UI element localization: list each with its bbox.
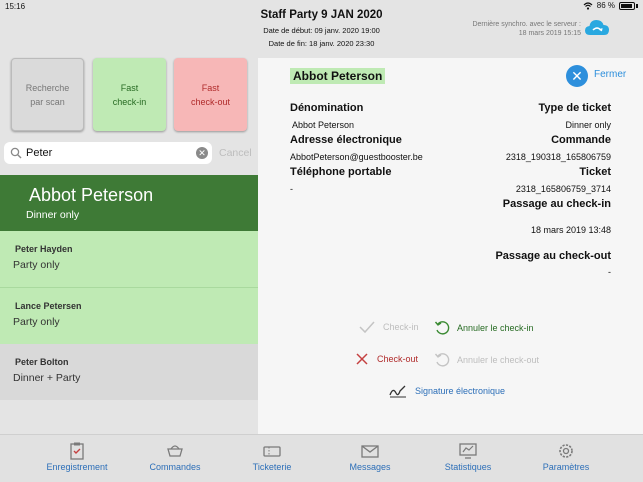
close-button[interactable]: Fermer	[594, 69, 626, 80]
undo-checkout-button[interactable]: Annuler le check-out	[434, 352, 539, 368]
tab-label: Statistiques	[444, 462, 492, 472]
checkin-label: Check-in	[383, 322, 419, 332]
checkout-pass-label: Passage au check-out	[495, 250, 611, 262]
tab-statistiques[interactable]: Statistiques	[418, 435, 518, 482]
search-bar: ✕ Cancel	[0, 138, 258, 168]
checkout-pass-value: -	[608, 267, 611, 277]
ticket-label: Ticket	[579, 166, 611, 178]
battery-cap	[636, 3, 638, 8]
guest-name: Lance Petersen	[15, 301, 82, 311]
clipboard-icon	[70, 442, 84, 460]
orders-icon	[167, 445, 183, 457]
order-label: Commande	[551, 134, 611, 146]
detail-guest-name: Abbot Peterson	[290, 68, 386, 84]
email-value: AbbotPeterson@guestbooster.be	[290, 152, 423, 162]
tab-label: Ticketerie	[252, 462, 292, 472]
checkmark-icon	[359, 321, 375, 334]
ticket-icon	[263, 446, 281, 457]
signature-icon	[389, 385, 406, 398]
fast-checkin-button[interactable]: Fast check-in	[93, 58, 166, 131]
guest-detail-panel: Abbot Peterson ✕ Fermer Dénomination Typ…	[258, 58, 643, 434]
denomination-label: Dénomination	[290, 102, 364, 114]
undo-icon	[434, 321, 450, 335]
list-item[interactable]: Peter Hayden Party only	[0, 231, 258, 287]
sync-date: 18 mars 2019 15:15	[518, 30, 581, 37]
envelope-icon	[361, 445, 379, 458]
undo-icon	[434, 353, 450, 367]
list-item[interactable]: Peter Bolton Dinner + Party	[0, 344, 258, 400]
clear-search-icon[interactable]: ✕	[196, 147, 208, 159]
tab-enregistrement[interactable]: Enregistrement	[27, 435, 127, 482]
gear-icon	[559, 444, 573, 458]
sync-label: Dernière synchro. avec le serveur :	[472, 21, 581, 28]
phone-label: Téléphone portable	[290, 166, 392, 178]
undo-checkin-button[interactable]: Annuler le check-in	[434, 320, 534, 336]
cancel-search-button[interactable]: Cancel	[219, 147, 252, 159]
search-icon	[10, 147, 22, 159]
tab-label: Commandes	[149, 462, 201, 472]
guest-ticket-type: Party only	[13, 259, 60, 271]
undo-checkout-label: Annuler le check-out	[457, 355, 540, 365]
checkin-pass-label: Passage au check-in	[502, 198, 611, 210]
search-input[interactable]	[26, 145, 194, 161]
tab-label: Enregistrement	[46, 462, 108, 472]
list-item[interactable]: Lance Petersen Party only	[0, 288, 258, 344]
checkout-label: Check-out	[377, 354, 419, 364]
guest-name: Peter Hayden	[15, 244, 73, 254]
undo-checkin-label: Annuler le check-in	[457, 323, 534, 333]
guest-ticket-type: Party only	[13, 316, 60, 328]
order-value: 2318_190318_165806759	[505, 152, 611, 162]
guest-ticket-type: Dinner only	[26, 209, 80, 221]
tab-label: Messages	[349, 462, 391, 472]
close-icon[interactable]: ✕	[566, 65, 588, 87]
tab-commandes[interactable]: Commandes	[125, 435, 225, 482]
fast-checkout-button[interactable]: Fast check-out	[174, 58, 247, 131]
ticket-type-label: Type de ticket	[538, 102, 611, 114]
ticket-type-value: Dinner only	[565, 120, 611, 130]
guest-name: Peter Bolton	[15, 357, 69, 367]
checkin-button[interactable]: Check-in	[358, 320, 419, 334]
guest-name: Abbot Peterson	[29, 185, 154, 205]
tab-label: Paramètres	[542, 462, 590, 472]
signature-label: Signature électronique	[415, 386, 506, 396]
list-item-selected[interactable]: Abbot Peterson Dinner only	[0, 175, 258, 231]
tab-bar: Enregistrement Commandes Ticketerie Mess…	[0, 434, 643, 482]
stats-monitor-icon	[459, 443, 477, 459]
email-label: Adresse électronique	[290, 134, 402, 146]
checkout-button[interactable]: Check-out	[354, 352, 418, 366]
tab-ticketerie[interactable]: Ticketerie	[222, 435, 322, 482]
ticket-value: 2318_165806759_3714	[515, 184, 611, 194]
cloud-sync-icon[interactable]	[584, 18, 610, 38]
scan-search-button[interactable]: Recherche par scan	[11, 58, 84, 131]
tab-parametres[interactable]: Paramètres	[516, 435, 616, 482]
tab-messages[interactable]: Messages	[320, 435, 420, 482]
search-field[interactable]: ✕	[4, 142, 212, 164]
guest-ticket-type: Dinner + Party	[13, 372, 81, 384]
denomination-value: Abbot Peterson	[292, 120, 355, 130]
checkin-pass-value: 18 mars 2019 13:48	[530, 225, 611, 235]
sync-status: Dernière synchro. avec le serveur : 18 m…	[472, 20, 581, 38]
event-end-date: Date de fin: 18 janv. 2020 23:30	[268, 39, 375, 48]
cross-icon	[356, 353, 368, 365]
signature-button[interactable]: Signature électronique	[388, 383, 505, 399]
phone-value: -	[290, 184, 293, 194]
